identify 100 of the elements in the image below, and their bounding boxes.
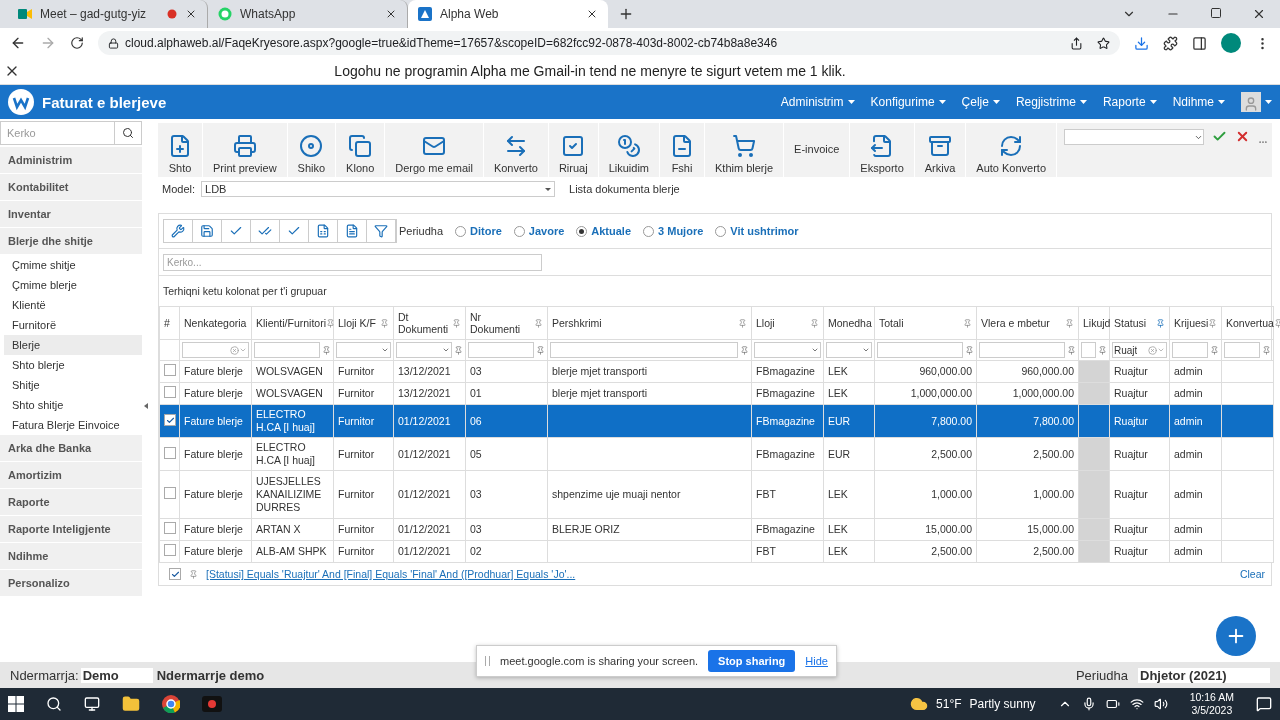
column-header[interactable]: Lloji K/F	[333, 306, 394, 340]
filter-pin-icon[interactable]	[1067, 345, 1076, 355]
stop-sharing-button[interactable]: Stop sharing	[708, 650, 796, 672]
radio-label[interactable]: 3 Mujore	[658, 225, 704, 237]
clear-link[interactable]: Clear	[1239, 568, 1265, 580]
filter-field[interactable]	[550, 342, 738, 358]
filter-pin-icon[interactable]	[1065, 318, 1074, 328]
column-header[interactable]: Dt Dokumenti	[393, 306, 466, 340]
sidebar-item[interactable]: Furnitorë	[4, 315, 142, 335]
clock[interactable]: 10:16 AM 3/5/2023	[1189, 691, 1234, 717]
sidebar-section[interactable]: Arka dhe Banka	[0, 435, 142, 462]
task-view-icon[interactable]	[84, 696, 100, 712]
filter-pin-icon[interactable]	[322, 345, 331, 355]
row-checkbox[interactable]	[164, 544, 176, 556]
close-icon[interactable]	[1252, 7, 1266, 21]
filter-pin-icon[interactable]	[1208, 318, 1218, 328]
side-panel-icon[interactable]	[1192, 35, 1207, 51]
avatar-icon[interactable]	[1221, 33, 1241, 53]
toolbar-button[interactable]: Fshi	[660, 123, 705, 177]
company-field[interactable]: Demo	[80, 667, 153, 683]
filter-pin-icon[interactable]	[1098, 345, 1107, 355]
filter-pin-icon[interactable]	[452, 318, 461, 328]
wifi-icon[interactable]	[1129, 697, 1144, 711]
toolbar-button[interactable]: Klono	[336, 123, 386, 177]
sidebar-section[interactable]: Personalizo	[0, 570, 142, 597]
filter-field[interactable]	[979, 342, 1065, 358]
radio-label[interactable]: Vit ushtrimor	[730, 225, 799, 237]
address-bar[interactable]: cloud.alphaweb.al/FaqeKryesore.aspx?google=true&idTheme=17657&scopeID=682fcc92-0878-403d-8002-cb74b8a8e346	[98, 31, 1120, 55]
filter-pin-icon[interactable]	[1273, 318, 1280, 328]
toolbar-button[interactable]: Konverto	[483, 123, 549, 177]
column-header[interactable]: Klienti/Furnitori	[251, 306, 334, 340]
close-icon[interactable]	[385, 8, 397, 20]
row-checkbox[interactable]	[164, 364, 176, 376]
download-icon[interactable]	[1134, 35, 1149, 51]
column-header[interactable]: Nr Dokumenti	[465, 306, 548, 340]
column-header[interactable]: #	[159, 306, 180, 340]
mic-icon[interactable]	[1081, 697, 1096, 711]
sidebar-item[interactable]: Shto blerje	[4, 355, 142, 375]
filter-field[interactable]	[1224, 342, 1260, 358]
filter-pin-icon[interactable]	[1210, 345, 1219, 355]
sidebar-section[interactable]: Kontabilitet	[0, 174, 142, 201]
period-field[interactable]: Dhjetor (2021)	[1138, 667, 1270, 683]
forward-icon[interactable]	[40, 35, 56, 51]
filter-pin-icon[interactable]	[454, 345, 463, 355]
browser-icon[interactable]	[162, 695, 180, 713]
filter-pin-icon[interactable]	[810, 318, 819, 328]
cancel-icon[interactable]	[1235, 129, 1250, 144]
column-header[interactable]: Lloji	[751, 306, 824, 340]
radio-label[interactable]: Javore	[528, 225, 565, 237]
search-icon[interactable]	[122, 127, 134, 139]
battery-icon[interactable]	[1105, 697, 1120, 711]
column-header[interactable]: Nenkategoria	[179, 306, 252, 340]
menu-item[interactable]: Raporte	[1094, 95, 1165, 109]
toolbar-button[interactable]: Print preview	[203, 123, 288, 177]
filter-field[interactable]	[1081, 342, 1096, 358]
column-header[interactable]: Totali	[874, 306, 977, 340]
filter-checkbox[interactable]	[169, 568, 181, 580]
sidebar-section[interactable]: Inventar	[0, 201, 142, 228]
close-icon[interactable]	[185, 8, 197, 20]
caret-icon[interactable]	[442, 346, 450, 354]
maximize-icon[interactable]	[1210, 7, 1222, 19]
filter-dropdown[interactable]: Ruajt	[1112, 342, 1167, 358]
toolbar-button[interactable]: Arkiva	[914, 123, 967, 177]
column-header[interactable]: Krijuesi	[1169, 306, 1222, 340]
filter-expression-link[interactable]: [Statusi] Equals 'Ruajtur' And [Final] Equals 'Final' And ([Prodhuar] Equals 'Jo'...	[206, 568, 576, 580]
sidebar-item[interactable]: Shto shitje	[4, 395, 142, 415]
recorder-icon[interactable]	[202, 696, 222, 712]
toolbar-button[interactable]: Likuidim	[598, 123, 660, 177]
close-icon[interactable]	[586, 8, 598, 20]
row-checkbox[interactable]	[164, 522, 176, 534]
filter-pin-icon[interactable]	[738, 318, 747, 328]
toolbar-button[interactable]: Shto	[158, 123, 203, 177]
menu-item[interactable]: Konfigurime	[862, 95, 954, 109]
radio-label[interactable]: Aktuale	[591, 225, 632, 237]
column-header[interactable]: Likujd	[1078, 306, 1110, 340]
select-field[interactable]	[1064, 129, 1204, 145]
filter-field[interactable]	[1172, 342, 1208, 358]
caret-icon[interactable]	[811, 346, 819, 354]
star-icon[interactable]	[1097, 36, 1110, 50]
menu-item[interactable]: Çelje	[953, 95, 1008, 109]
sidebar-section[interactable]: Amortizim	[0, 462, 142, 489]
filter-pin-icon[interactable]	[740, 345, 749, 355]
sidebar-item[interactable]: Çmime shitje	[4, 255, 142, 275]
radio-label[interactable]: Ditore	[470, 225, 502, 237]
share-icon[interactable]	[1070, 36, 1083, 50]
sidebar-section[interactable]: Administrim	[0, 147, 142, 174]
toolbar-button[interactable]: Eksporto	[850, 123, 915, 177]
row-checkbox[interactable]	[164, 487, 176, 499]
search-icon[interactable]	[46, 696, 62, 712]
filter-pin-icon[interactable]	[1262, 345, 1271, 355]
filter-dropdown[interactable]	[182, 342, 249, 358]
menu-item[interactable]: Regjistrime	[1007, 95, 1095, 109]
filter-field[interactable]	[254, 342, 320, 358]
user-menu[interactable]	[1241, 92, 1272, 112]
filter-pin-icon[interactable]	[326, 318, 336, 328]
toolbar-button[interactable]: Dergo me email	[385, 123, 484, 177]
menu-item[interactable]: Ndihme	[1164, 95, 1233, 109]
caret-icon[interactable]	[862, 346, 870, 354]
clear-icon[interactable]	[230, 345, 239, 355]
confirm-icon[interactable]	[1212, 129, 1227, 144]
